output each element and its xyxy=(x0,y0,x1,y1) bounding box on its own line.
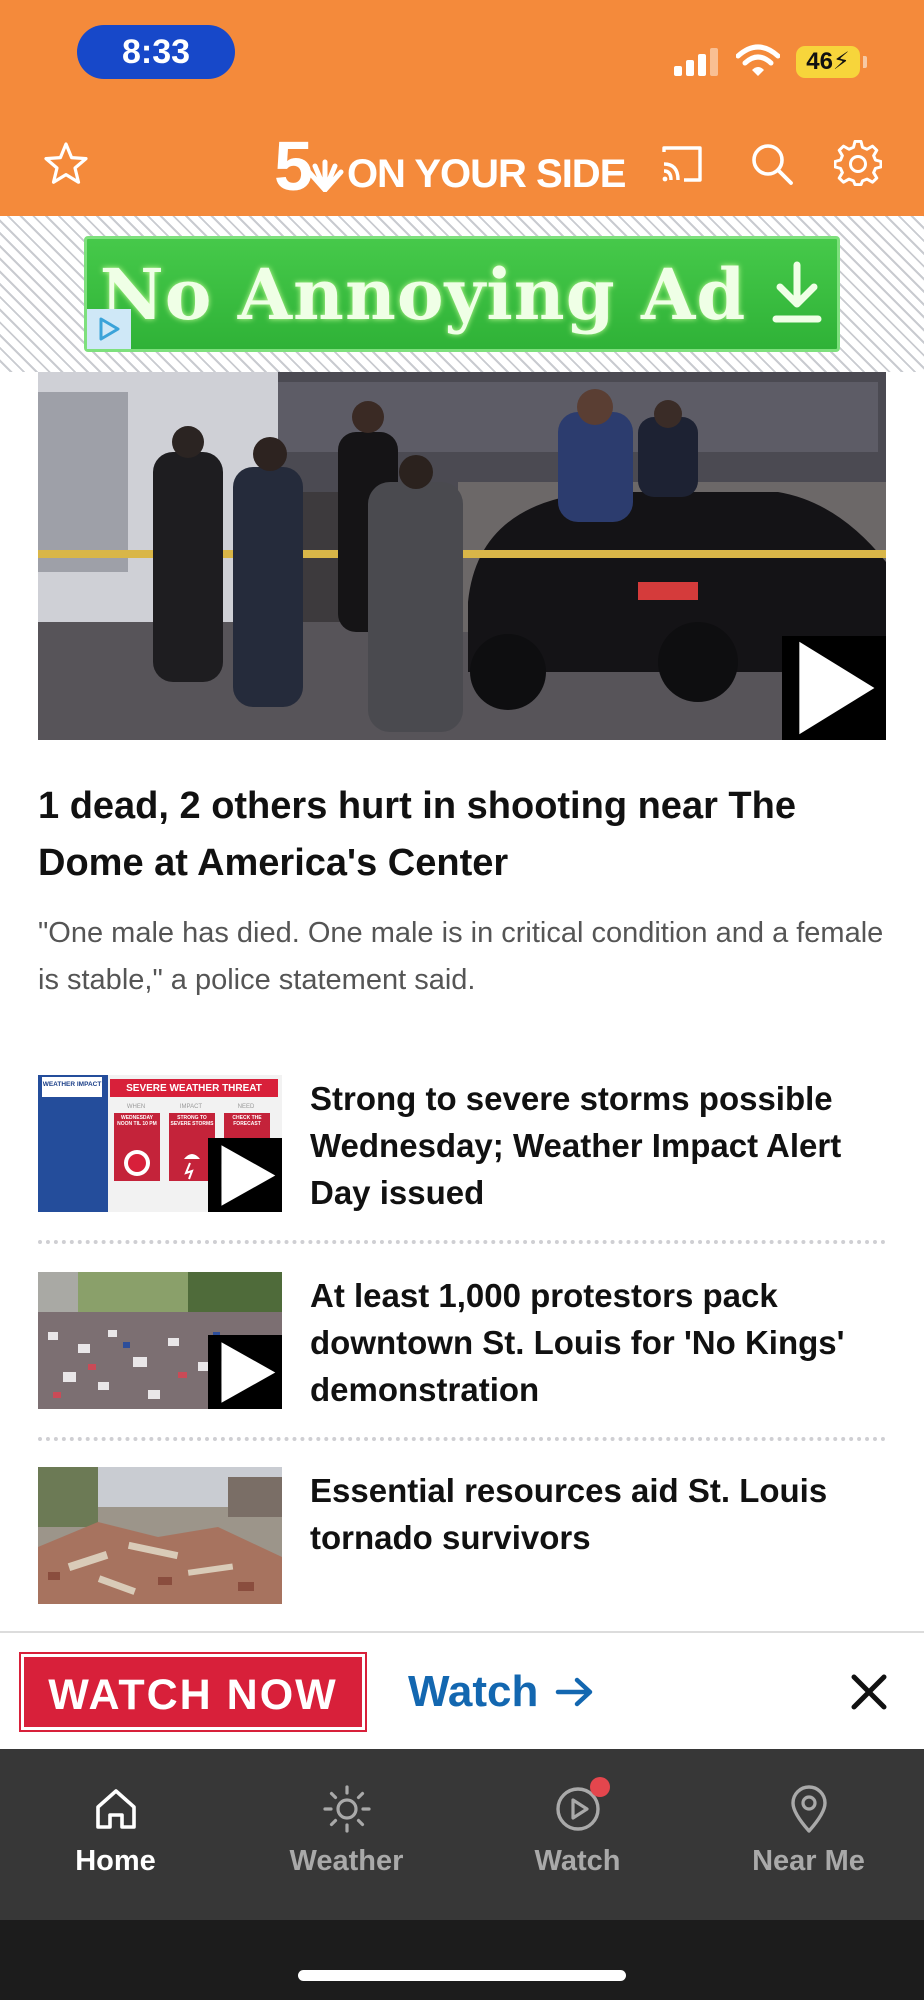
story-item[interactable]: At least 1,000 protestors pack downtown … xyxy=(38,1272,888,1412)
tab-label: Home xyxy=(75,1845,156,1877)
adchoices-icon[interactable] xyxy=(87,309,131,349)
hero-image xyxy=(38,372,886,740)
cast-icon[interactable] xyxy=(654,136,710,192)
story-play-button[interactable] xyxy=(208,1335,282,1409)
play-icon xyxy=(221,1341,276,1403)
tab-weather[interactable]: Weather xyxy=(231,1749,462,1920)
tab-home[interactable]: Home xyxy=(0,1749,231,1920)
settings-gear-icon[interactable] xyxy=(830,136,886,192)
watch-now-banner: WATCH NOW Watch xyxy=(0,1631,924,1749)
thumb-banner: SEVERE WEATHER THREAT xyxy=(126,1083,262,1094)
story-item[interactable]: WEATHER IMPACT SEVERE WEATHER THREAT WHE… xyxy=(38,1075,888,1215)
close-icon[interactable] xyxy=(846,1669,892,1715)
tab-near-me[interactable]: Near Me xyxy=(693,1749,924,1920)
tab-label: Near Me xyxy=(752,1845,865,1877)
story-play-button[interactable] xyxy=(208,1138,282,1212)
story-title[interactable]: Strong to severe storms possible Wednesd… xyxy=(310,1075,880,1216)
sun-icon xyxy=(322,1785,371,1833)
thumb-cell-when: WEDNESDAY NOON TIL 10 PM xyxy=(117,1115,157,1127)
ad-text: No Annoying Ad xyxy=(99,252,747,336)
watch-now-button[interactable]: WATCH NOW xyxy=(19,1652,367,1732)
thumb-col-when: WHEN xyxy=(127,1104,145,1110)
peacock-icon xyxy=(306,159,344,192)
story-title[interactable]: Essential resources aid St. Louis tornad… xyxy=(310,1467,880,1561)
thumb-brand: WEATHER IMPACT xyxy=(43,1081,102,1088)
ad-banner[interactable]: No Annoying Ad xyxy=(84,236,840,352)
home-indicator[interactable] xyxy=(298,1970,626,1981)
tab-watch[interactable]: Watch xyxy=(462,1749,693,1920)
bottom-tab-bar: Home Weather Watch Near Me xyxy=(0,1749,924,1920)
story-thumbnail[interactable] xyxy=(38,1467,282,1604)
play-icon xyxy=(799,641,875,735)
hero-video-thumbnail[interactable] xyxy=(38,372,886,740)
notification-dot xyxy=(589,1777,610,1797)
hero-summary: "One male has died. One male is in criti… xyxy=(38,917,884,996)
story-title[interactable]: At least 1,000 protestors pack downtown … xyxy=(310,1272,880,1413)
tornado-damage-image xyxy=(38,1467,282,1604)
watch-link-label: Watch xyxy=(408,1667,539,1716)
search-icon[interactable] xyxy=(744,136,800,192)
story-thumbnail[interactable] xyxy=(38,1272,282,1409)
hero-play-button[interactable] xyxy=(782,636,886,740)
watch-link[interactable]: Watch xyxy=(408,1663,595,1721)
story-divider xyxy=(38,1240,886,1244)
cellular-signal-icon xyxy=(674,46,720,76)
story-thumbnail[interactable]: WEATHER IMPACT SEVERE WEATHER THREAT WHE… xyxy=(38,1075,282,1212)
hero-headline[interactable]: 1 dead, 2 others hurt in shooting near T… xyxy=(38,778,888,892)
story-divider xyxy=(38,1437,886,1441)
battery-indicator: 46⚡ xyxy=(796,46,867,78)
logo-text: ON YOUR SIDE xyxy=(346,152,626,196)
story-item[interactable]: Essential resources aid St. Louis tornad… xyxy=(38,1467,888,1607)
arrow-right-icon xyxy=(555,1677,592,1707)
app-header: 8:33 46⚡ 5 ON YOUR SIDE xyxy=(0,0,924,216)
ad-container: No Annoying Ad xyxy=(0,216,924,372)
home-indicator-area xyxy=(0,1920,924,2000)
home-icon xyxy=(95,1789,136,1829)
location-pin-icon xyxy=(790,1785,827,1833)
favorites-star-icon[interactable] xyxy=(38,136,94,192)
thumb-col-impact: IMPACT xyxy=(180,1104,203,1110)
station-logo[interactable]: 5 ON YOUR SIDE xyxy=(274,131,626,201)
tab-label: Weather xyxy=(289,1845,404,1877)
wifi-icon xyxy=(736,44,780,76)
play-icon xyxy=(221,1144,276,1206)
battery-level: 46 xyxy=(806,48,833,75)
tab-label: Watch xyxy=(534,1845,621,1877)
status-time: 8:33 xyxy=(77,25,235,79)
download-arrow-icon xyxy=(772,261,822,323)
